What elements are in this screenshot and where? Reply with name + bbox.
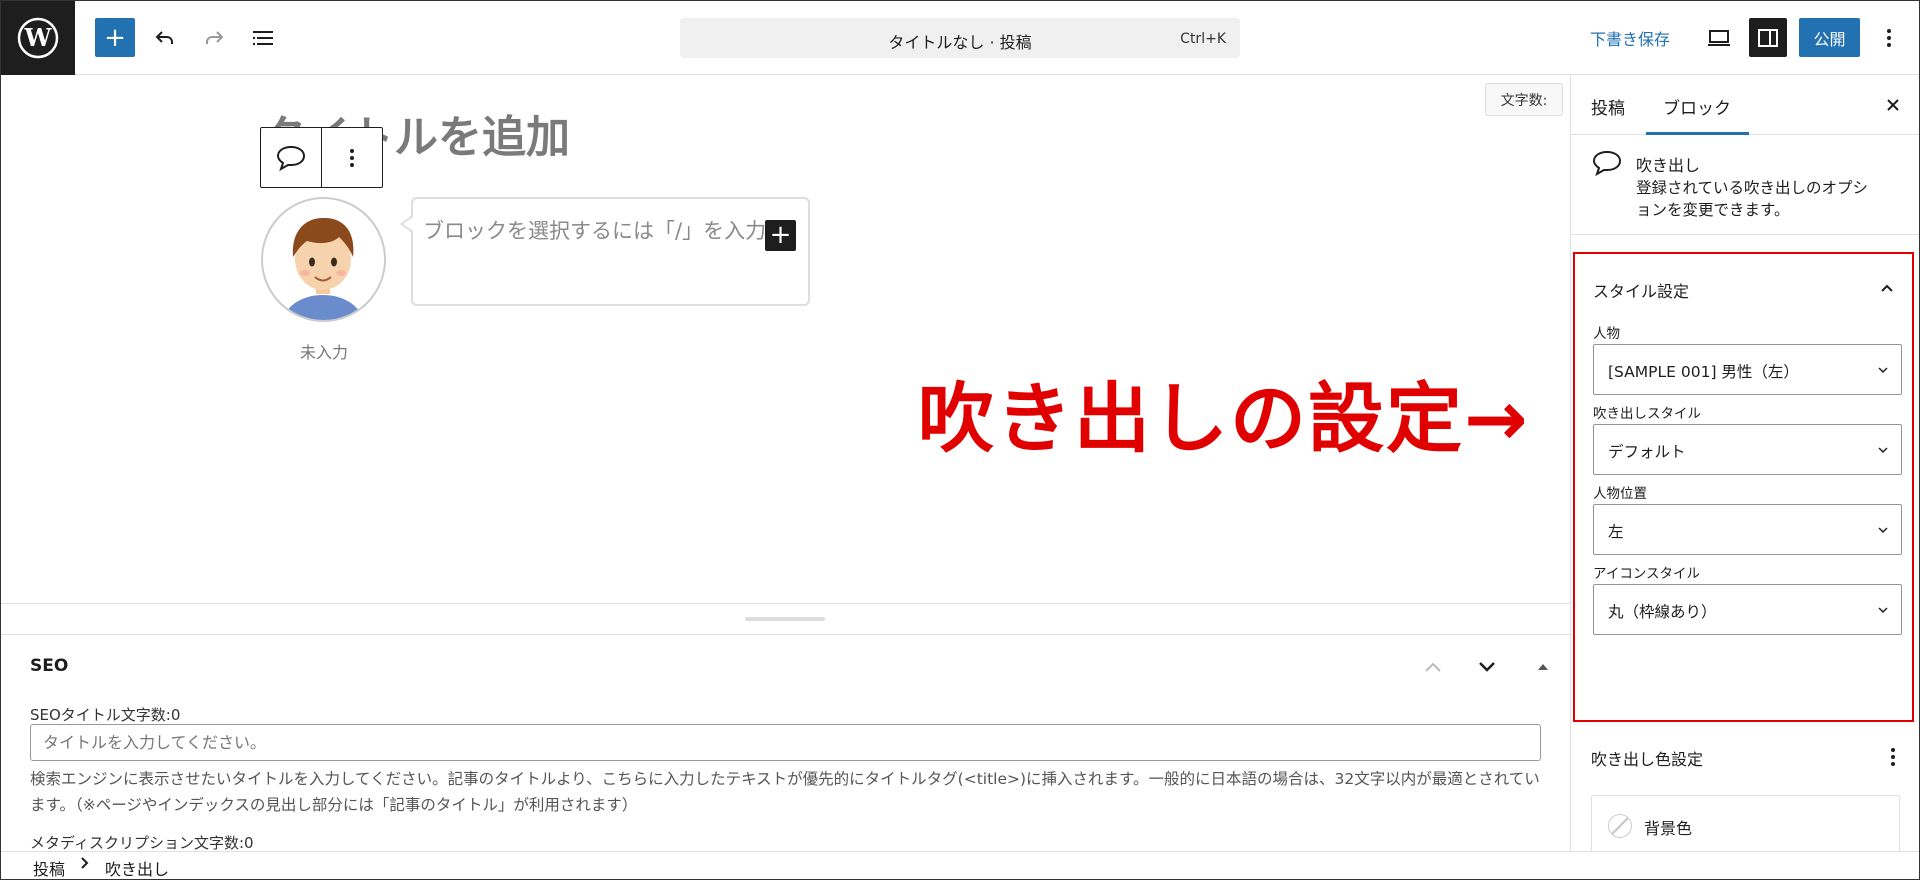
settings-sidebar: 投稿 ブロック 吹き出し 登録されている吹き出しのオプションを変更できます。 ス…: [1570, 75, 1920, 851]
settings-sidebar-toggle[interactable]: [1749, 18, 1787, 57]
close-sidebar-button[interactable]: [1879, 91, 1907, 119]
chevron-down-icon: [1878, 527, 1888, 534]
seo-title-help: 検索エンジンに表示させたいタイトルを入力してください。記事のタイトルより、こちら…: [30, 770, 1540, 814]
color-swatch-icon: [1608, 814, 1632, 838]
command-shortcut: Ctrl+K: [1180, 31, 1226, 47]
background-color-item[interactable]: 背景色: [1591, 795, 1900, 851]
bubble-color-title: 吹き出し色設定: [1591, 750, 1704, 769]
list-view-button[interactable]: [246, 18, 282, 57]
preview-button[interactable]: [1700, 18, 1738, 57]
block-options-button[interactable]: [322, 128, 382, 187]
seo-divider: [0, 634, 1570, 635]
tab-block[interactable]: ブロック: [1663, 94, 1731, 119]
person-select-value: [SAMPLE 001] 男性（左）: [1608, 363, 1799, 381]
block-toolbar: [260, 127, 383, 188]
breadcrumb-item-block[interactable]: 吹き出し: [105, 856, 169, 880]
move-up-button[interactable]: [1418, 652, 1448, 682]
word-count-badge: 文字数:: [1485, 83, 1563, 116]
person-select[interactable]: [SAMPLE 001] 男性（左）: [1593, 344, 1902, 395]
person-position-label: 人物位置: [1593, 486, 1647, 502]
editor-canvas: 文字数: タイトルを追加 未入力 ブロックを選択するには「/」を入力 + 吹き出…: [0, 75, 1570, 603]
vertical-ellipsis-icon: [350, 148, 354, 167]
background-color-label: 背景色: [1644, 819, 1693, 838]
redo-button[interactable]: [196, 18, 232, 57]
person-label: 人物: [1593, 326, 1620, 342]
editor-top-toolbar: W + タイトルなし · 投稿 Ctrl+K 下書き保存 公開: [0, 0, 1920, 75]
collapse-panel-button[interactable]: [1875, 276, 1899, 300]
sidebar-icon: [1758, 28, 1778, 47]
publish-button[interactable]: 公開: [1799, 18, 1860, 57]
chevron-down-icon: [1479, 662, 1495, 672]
chevron-up-icon: [1881, 284, 1893, 292]
seo-title-count-label: SEOタイトル文字数:0: [30, 706, 181, 724]
resize-handle[interactable]: [745, 617, 825, 621]
vertical-ellipsis-icon: [1887, 28, 1891, 47]
quick-inserter-button[interactable]: +: [765, 220, 796, 251]
bubble-style-select[interactable]: デフォルト: [1593, 424, 1902, 475]
bubble-style-label: 吹き出しスタイル: [1593, 406, 1701, 422]
person-position-select-value: 左: [1608, 523, 1624, 541]
seo-panel-title: SEO: [30, 656, 69, 676]
block-inserter-button[interactable]: +: [95, 18, 135, 57]
tab-post[interactable]: 投稿: [1591, 94, 1625, 119]
seo-title-input[interactable]: [30, 724, 1541, 761]
move-down-button[interactable]: [1472, 652, 1502, 682]
wordpress-logo-icon[interactable]: W: [0, 0, 75, 75]
block-card: 吹き出し 登録されている吹き出しのオプションを変更できます。: [1571, 135, 1920, 235]
style-settings-panel: スタイル設定 人物 [SAMPLE 001] 男性（左） 吹き出しスタイル デフ…: [1573, 252, 1914, 722]
command-palette-bar[interactable]: タイトルなし · 投稿 Ctrl+K: [680, 18, 1240, 58]
save-draft-button[interactable]: 下書き保存: [1590, 26, 1670, 50]
triangle-up-icon: [1538, 664, 1548, 670]
list-view-icon: [252, 30, 273, 45]
person-position-select[interactable]: 左: [1593, 504, 1902, 555]
bubble-style-select-value: デフォルト: [1608, 443, 1686, 461]
bubble-tail-inner: [403, 217, 413, 231]
avatar-name[interactable]: 未入力: [262, 339, 386, 363]
block-name: 吹き出し: [1636, 156, 1701, 175]
chevron-down-icon: [1878, 447, 1888, 454]
document-title: タイトルなし · 投稿: [888, 33, 1032, 52]
close-icon: [1887, 99, 1899, 111]
chevron-right-icon: [80, 855, 90, 875]
svg-text:W: W: [23, 23, 52, 52]
icon-style-select[interactable]: 丸（枠線あり）: [1593, 584, 1902, 635]
speech-bubble-content[interactable]: [411, 197, 810, 306]
annotation-label: 吹き出しの設定→: [918, 374, 1530, 463]
icon-style-select-value: 丸（枠線あり）: [1608, 603, 1717, 621]
meta-boxes-area: SEO SEOタイトル文字数:0 検索エンジンに表示させたいタイトルを入力してく…: [0, 603, 1570, 852]
breadcrumb-item-post[interactable]: 投稿: [33, 856, 65, 880]
bubble-placeholder: ブロックを選択するには「/」を入力: [423, 219, 767, 243]
block-type-button[interactable]: [261, 128, 322, 187]
chevron-up-icon: [1425, 662, 1441, 672]
color-options-button[interactable]: [1879, 743, 1907, 771]
redo-icon: [206, 30, 224, 44]
collapse-toggle[interactable]: [1528, 652, 1558, 682]
meta-description-count-label: メタディスクリプション文字数:0: [30, 834, 254, 852]
options-menu-button[interactable]: [1874, 18, 1904, 57]
style-settings-title[interactable]: スタイル設定: [1593, 278, 1689, 302]
breadcrumb: 投稿 吹き出し: [0, 851, 1920, 880]
block-description: 登録されている吹き出しのオプションを変更できます。: [1636, 179, 1869, 219]
speech-bubble-icon: [1591, 149, 1623, 183]
vertical-ellipsis-icon: [1891, 748, 1895, 766]
chevron-down-icon: [1878, 607, 1888, 614]
undo-icon: [155, 30, 173, 44]
desktop-preview-icon: [1708, 29, 1730, 46]
sidebar-tabs: 投稿 ブロック: [1571, 75, 1920, 135]
speech-bubble-icon: [276, 145, 306, 171]
chevron-down-icon: [1878, 367, 1888, 374]
undo-button[interactable]: [147, 18, 183, 57]
male-character-icon: [283, 217, 363, 320]
icon-style-label: アイコンスタイル: [1593, 566, 1701, 582]
avatar[interactable]: [261, 197, 386, 322]
